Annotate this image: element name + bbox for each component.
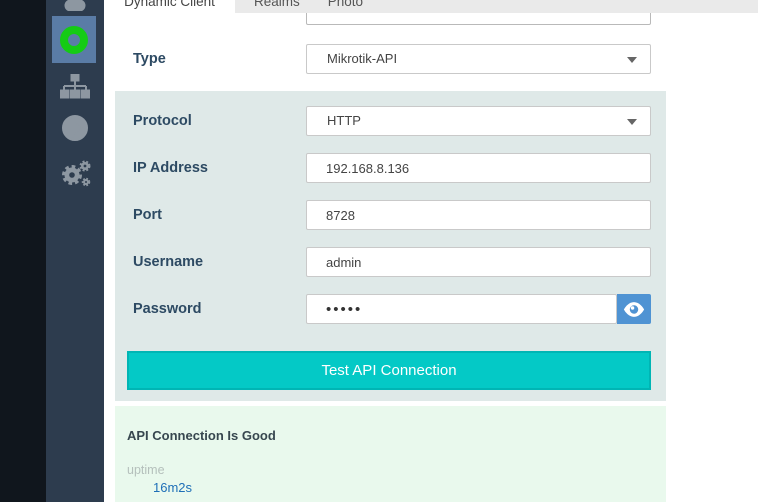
tab-label: Realms [254,0,300,9]
gears-icon [57,157,93,190]
api-result-panel [115,406,666,502]
sidebar-item-users[interactable] [46,0,104,11]
eye-icon [623,302,645,317]
uptime-value: 16m2s [153,480,192,495]
sidebar [46,0,104,502]
tab-bar: Dynamic Client Realms Photo [104,0,758,13]
password-label: Password [133,294,202,324]
user-icon [63,0,87,11]
sidebar-item-login[interactable] [46,114,104,142]
signin-arrow-icon [61,114,89,142]
protocol-select-value: HTTP [327,113,361,128]
api-result-title: API Connection Is Good [127,428,276,443]
tab-strip: Realms Photo [235,0,758,13]
ip-address-input[interactable] [306,153,651,183]
sidebar-item-network-map[interactable] [46,73,104,101]
uptime-key: uptime [127,463,165,477]
chevron-down-icon [627,57,637,63]
tab-label: Photo [328,0,363,9]
type-select-value: Mikrotik-API [327,51,397,66]
status-donut-icon [60,26,88,54]
tab-photo[interactable]: Photo [314,0,377,13]
sitemap-icon [60,74,90,101]
type-label: Type [133,44,166,74]
tab-label: Dynamic Client [124,0,215,9]
sidebar-item-settings[interactable] [46,156,104,190]
username-label: Username [133,247,203,277]
test-api-connection-button[interactable]: Test API Connection [127,351,651,390]
username-input[interactable] [306,247,651,277]
port-label: Port [133,200,162,230]
tab-dynamic-client[interactable]: Dynamic Client [104,0,235,13]
tab-realms[interactable]: Realms [240,0,314,13]
sidebar-collapsed-strip [0,0,46,502]
password-input[interactable] [306,294,617,324]
sidebar-item-dynamic-client-active[interactable] [52,16,96,63]
chevron-down-icon [627,119,637,125]
protocol-select[interactable]: HTTP [306,106,651,136]
show-password-button[interactable] [617,294,651,324]
ip-address-label: IP Address [133,153,208,183]
port-input[interactable] [306,200,651,230]
type-select[interactable]: Mikrotik-API [306,44,651,74]
protocol-label: Protocol [133,106,192,136]
